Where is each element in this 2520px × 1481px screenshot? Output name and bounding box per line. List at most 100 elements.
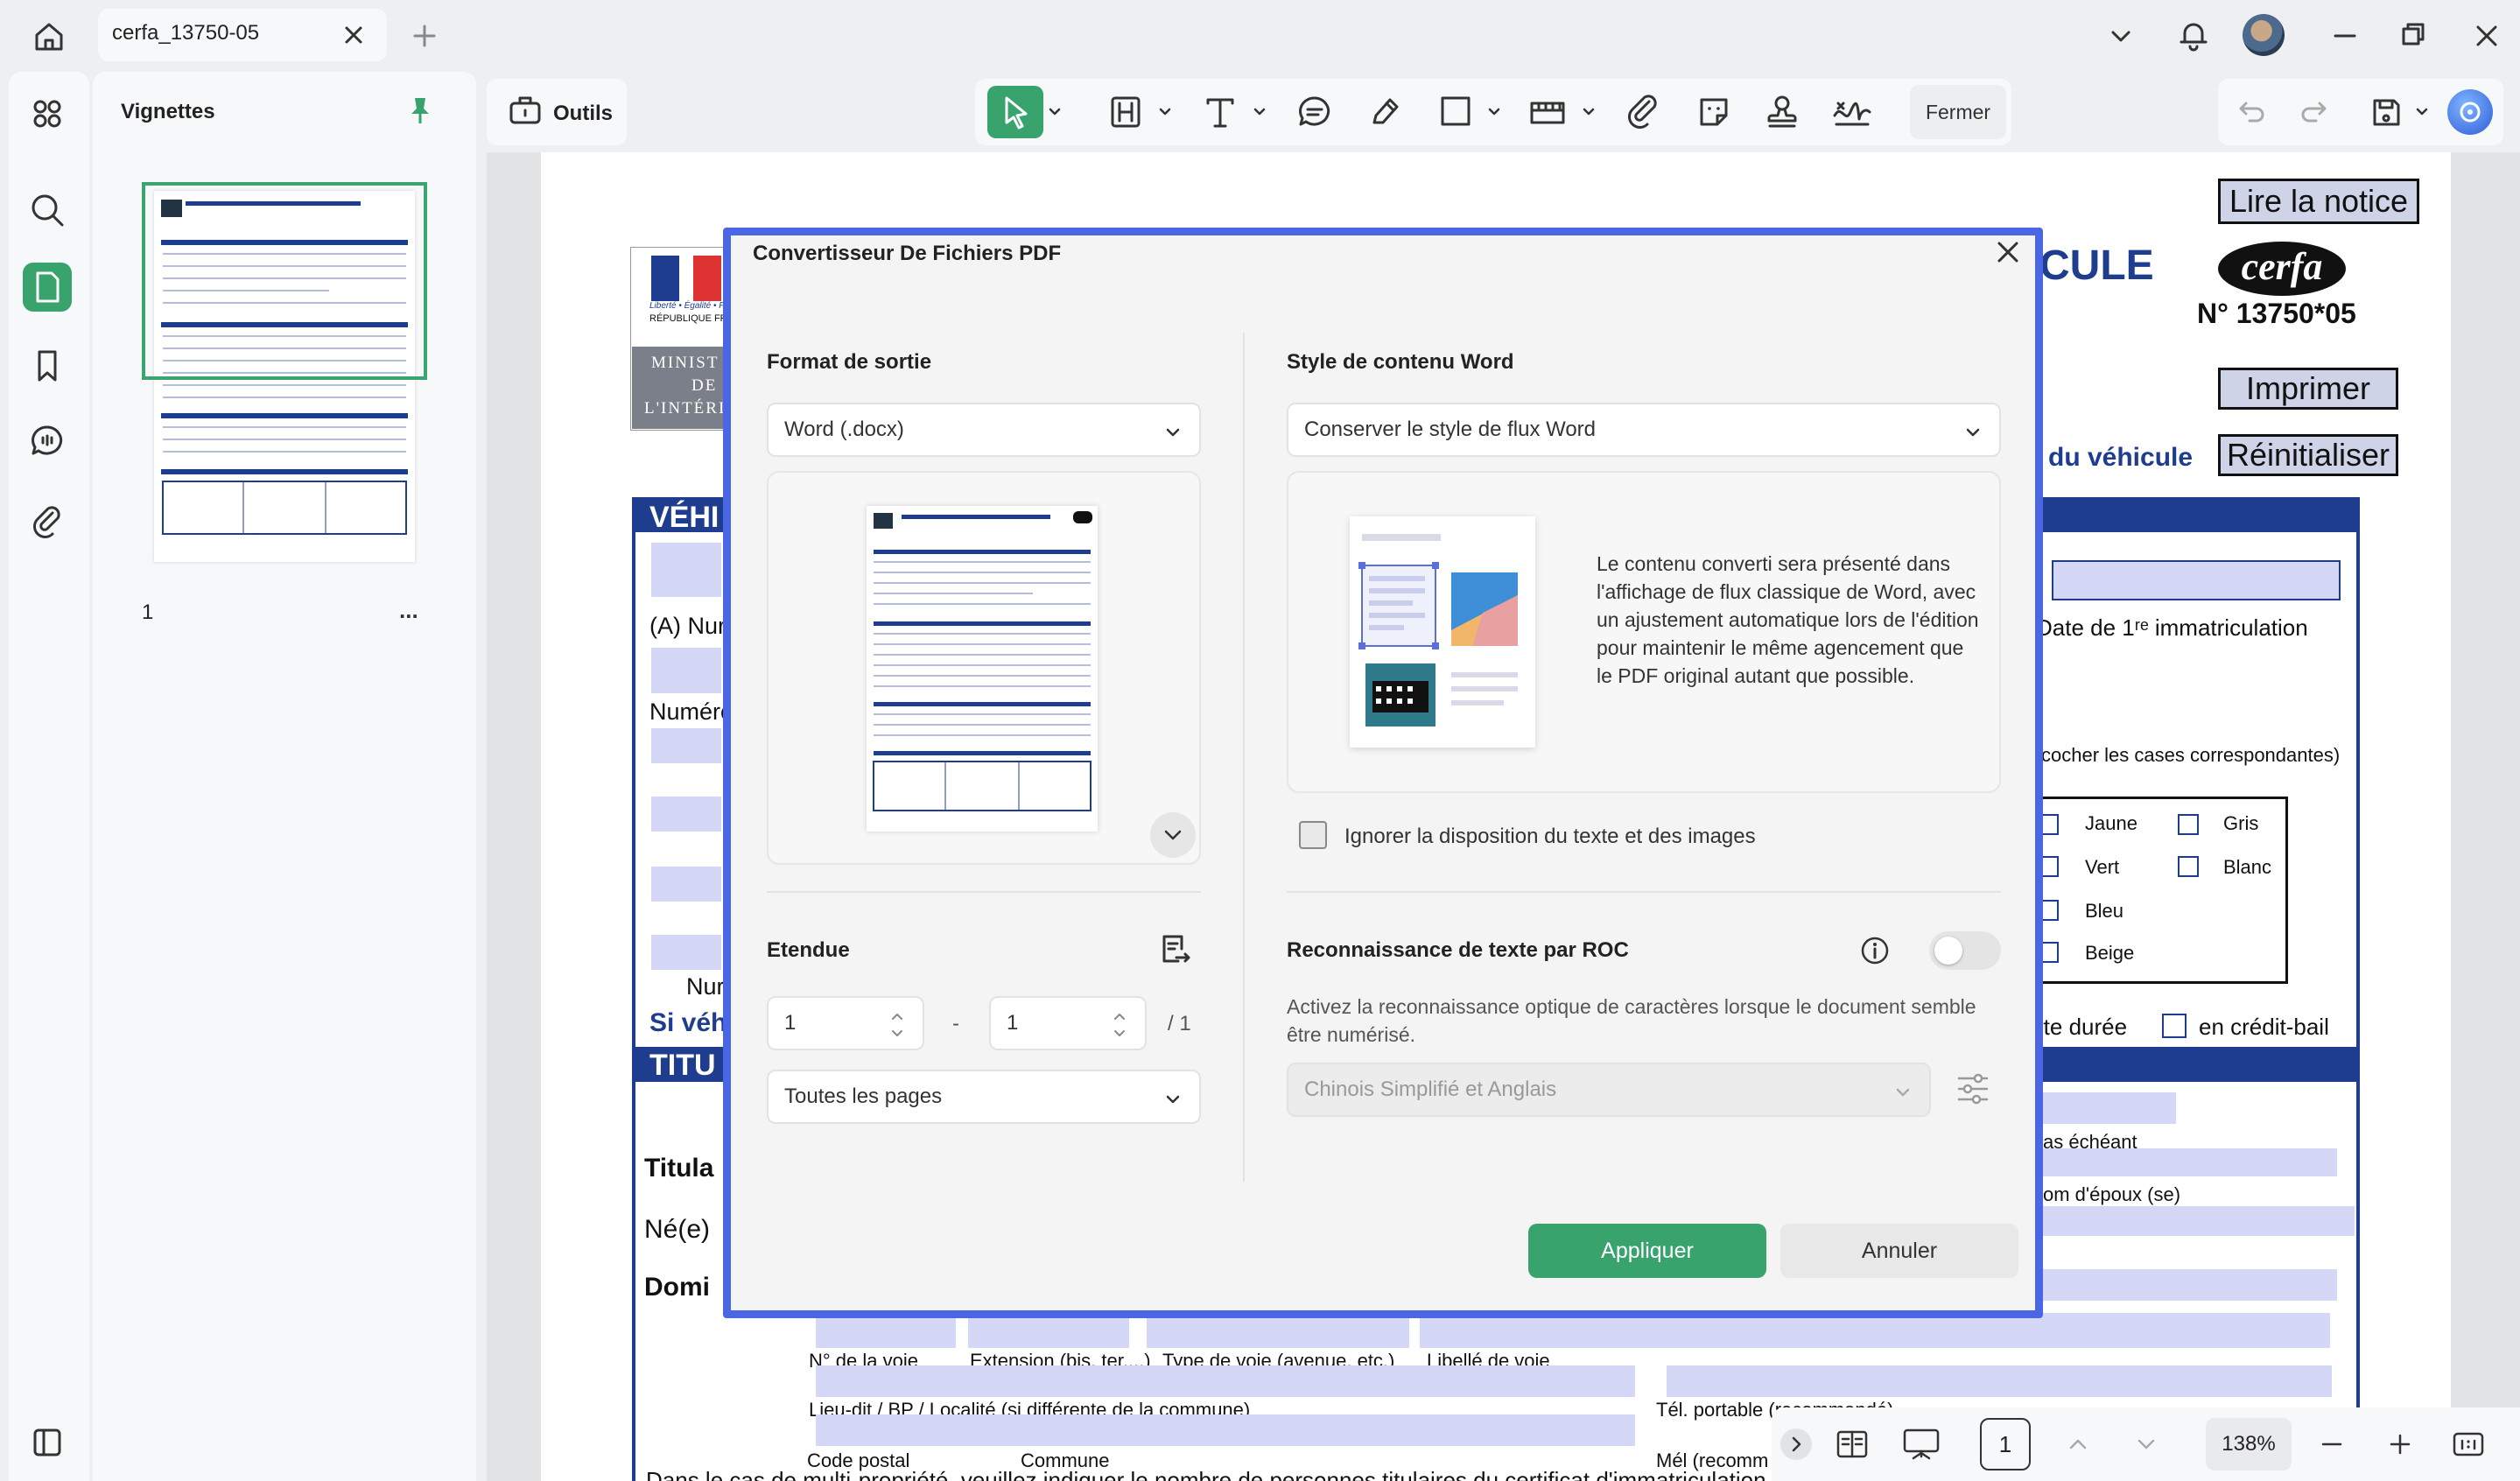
read-notice-button[interactable]: Lire la notice bbox=[2218, 179, 2419, 224]
name-field[interactable] bbox=[2039, 1148, 2337, 1176]
presentation-button[interactable] bbox=[1901, 1425, 1941, 1463]
minimize-button[interactable] bbox=[2332, 23, 2358, 49]
checkbox-grey[interactable] bbox=[2178, 814, 2199, 835]
bookmarks-button[interactable] bbox=[23, 341, 72, 390]
tools-button[interactable]: Outils bbox=[553, 102, 613, 126]
cancel-button[interactable]: Annuler bbox=[1780, 1224, 2018, 1278]
chevron-down-icon[interactable] bbox=[1581, 103, 1597, 119]
street-no-field[interactable] bbox=[816, 1313, 956, 1348]
chevron-up-icon bbox=[2069, 1439, 2087, 1449]
close-tools-button[interactable]: Fermer bbox=[1910, 85, 2006, 139]
ignore-layout-checkbox[interactable] bbox=[1299, 821, 1327, 849]
stepper-icon[interactable] bbox=[1112, 1010, 1127, 1040]
ministry-line-3: L'INTÉRI bbox=[644, 399, 727, 418]
range-from-input[interactable]: 1 bbox=[767, 996, 924, 1050]
ai-assistant-button[interactable] bbox=[2447, 89, 2493, 135]
postal-field[interactable] bbox=[816, 1414, 1635, 1446]
select-tool[interactable] bbox=[987, 86, 1043, 138]
zoom-out-button[interactable] bbox=[2316, 1428, 2348, 1460]
restore-button[interactable] bbox=[2400, 21, 2426, 47]
sidebar-settings-button[interactable] bbox=[23, 1418, 72, 1467]
page-layout-button[interactable] bbox=[1833, 1425, 1871, 1463]
stepper-icon[interactable] bbox=[889, 1010, 905, 1040]
zoom-in-button[interactable] bbox=[2384, 1428, 2416, 1460]
comments-button[interactable] bbox=[23, 417, 72, 466]
spouse-field[interactable] bbox=[2039, 1206, 2355, 1236]
thumbnails-button[interactable] bbox=[23, 263, 72, 312]
chevron-down-icon[interactable] bbox=[2414, 103, 2430, 119]
footer-line: Dans le cas de multi-propriété, veuillez… bbox=[646, 1467, 1766, 1481]
reg-number-field[interactable] bbox=[651, 543, 721, 597]
field-d[interactable] bbox=[651, 935, 721, 970]
layout-illustration bbox=[1350, 516, 1535, 748]
ocr-language-select[interactable]: Chinois Simplifié et Anglais bbox=[1287, 1063, 1931, 1117]
search-button[interactable] bbox=[23, 186, 72, 235]
field-c[interactable] bbox=[651, 867, 721, 902]
domicile-field[interactable] bbox=[2039, 1269, 2337, 1301]
apps-button[interactable] bbox=[23, 89, 72, 138]
street-label-field[interactable] bbox=[1420, 1313, 2330, 1348]
home-button[interactable] bbox=[30, 18, 68, 56]
zoom-level[interactable]: 138% bbox=[2206, 1418, 2292, 1470]
close-tab-button[interactable] bbox=[341, 23, 366, 47]
field-b[interactable] bbox=[651, 797, 721, 832]
ocr-toggle[interactable] bbox=[1929, 931, 2001, 970]
page-number-input[interactable]: 1 bbox=[1980, 1418, 2031, 1470]
highlight-tool[interactable] bbox=[1098, 86, 1154, 138]
attachments-button[interactable] bbox=[23, 495, 72, 544]
ocr-settings-button[interactable] bbox=[1955, 1070, 1990, 1108]
field-a[interactable] bbox=[651, 728, 721, 763]
draw-tool[interactable] bbox=[1357, 86, 1413, 138]
redo-button[interactable] bbox=[2297, 95, 2332, 130]
actual-size-button[interactable] bbox=[2451, 1427, 2486, 1462]
locality-field[interactable] bbox=[816, 1365, 1635, 1397]
range-to-input[interactable]: 1 bbox=[989, 996, 1147, 1050]
apply-button[interactable]: Appliquer bbox=[1528, 1224, 1766, 1278]
output-format-select[interactable]: Word (.docx) bbox=[767, 403, 1201, 457]
stamp-tool[interactable] bbox=[1754, 86, 1810, 138]
avatar[interactable] bbox=[2243, 14, 2285, 56]
pin-panel-button[interactable] bbox=[404, 95, 436, 126]
next-page-button[interactable] bbox=[2130, 1428, 2162, 1460]
print-button[interactable]: Imprimer bbox=[2218, 368, 2398, 410]
checkbox-white[interactable] bbox=[2178, 856, 2199, 877]
thumbnail-more-button[interactable]: ... bbox=[399, 597, 418, 624]
ocr-info-button[interactable] bbox=[1859, 935, 1891, 966]
chevron-down-icon[interactable] bbox=[1252, 103, 1267, 119]
new-tab-button[interactable] bbox=[411, 23, 438, 49]
comment-tool[interactable] bbox=[1287, 86, 1343, 138]
measure-tool[interactable] bbox=[1520, 86, 1576, 138]
expand-bar-button[interactable] bbox=[1780, 1428, 1812, 1460]
reset-button[interactable]: Réinitialiser bbox=[2218, 434, 2398, 476]
vin-field[interactable] bbox=[651, 648, 721, 693]
range-from-value: 1 bbox=[784, 1011, 797, 1035]
pages-select[interactable]: Toutes les pages bbox=[767, 1070, 1201, 1124]
chevron-right-icon bbox=[1792, 1436, 1801, 1452]
page-range-icon-button[interactable] bbox=[1155, 931, 1192, 968]
extension-field[interactable] bbox=[968, 1313, 1129, 1348]
chevron-down-icon[interactable] bbox=[1486, 103, 1502, 119]
street-type-field[interactable] bbox=[1147, 1313, 1409, 1348]
close-icon bbox=[345, 26, 362, 44]
siret-field[interactable] bbox=[2039, 1092, 2176, 1124]
date-boxes[interactable] bbox=[2052, 560, 2341, 600]
window-close-button[interactable] bbox=[2474, 23, 2500, 49]
lease-checkbox[interactable] bbox=[2162, 1014, 2187, 1038]
notifications-button[interactable] bbox=[2176, 18, 2211, 53]
chevron-down-icon[interactable] bbox=[1047, 103, 1063, 119]
attach-tool[interactable] bbox=[1616, 86, 1672, 138]
dialog-close-button[interactable] bbox=[1996, 240, 2020, 264]
sticker-tool[interactable] bbox=[1686, 86, 1742, 138]
word-style-select[interactable]: Conserver le style de flux Word bbox=[1287, 403, 2001, 457]
shape-tool[interactable] bbox=[1427, 86, 1483, 138]
color-beige: Beige bbox=[2085, 942, 2135, 964]
signature-tool[interactable] bbox=[1824, 86, 1880, 138]
save-button[interactable] bbox=[2367, 93, 2405, 131]
tab-list-button[interactable] bbox=[2108, 23, 2134, 49]
preview-expand-button[interactable] bbox=[1150, 812, 1196, 858]
undo-button[interactable] bbox=[2234, 95, 2269, 130]
phone-field[interactable] bbox=[1667, 1365, 2332, 1397]
previous-page-button[interactable] bbox=[2062, 1428, 2094, 1460]
chevron-down-icon[interactable] bbox=[1157, 103, 1173, 119]
text-tool[interactable] bbox=[1192, 86, 1248, 138]
